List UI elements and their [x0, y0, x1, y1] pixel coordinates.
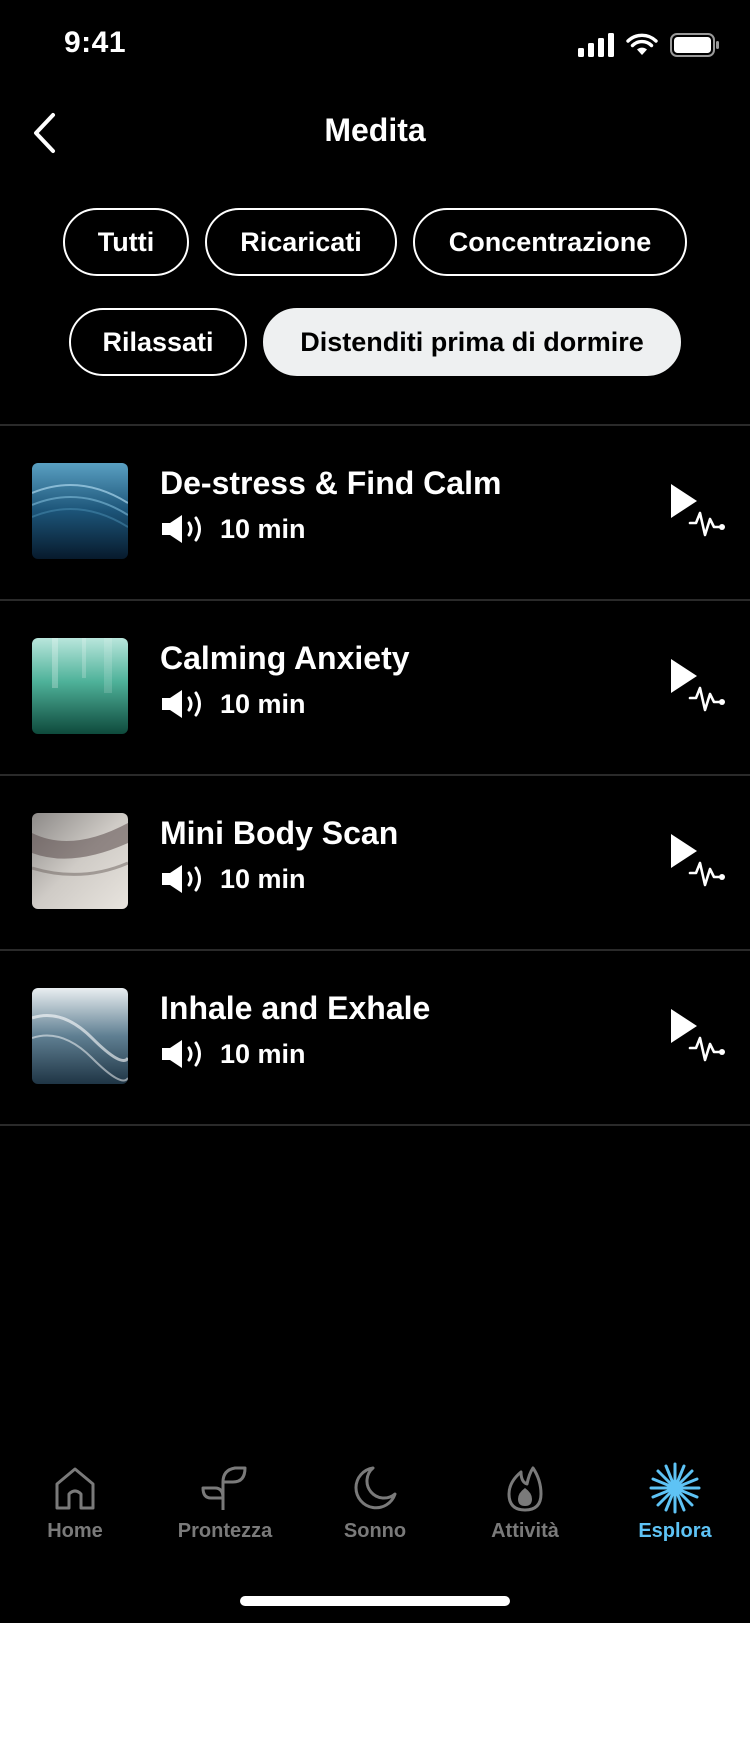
moon-icon — [354, 1466, 397, 1510]
session-row[interactable]: Calming Anxiety 10 min — [0, 600, 750, 774]
session-duration: 10 min — [220, 513, 306, 544]
cellular-signal-icon — [578, 33, 614, 57]
play-pulse-icon[interactable] — [668, 656, 726, 716]
session-thumbnail — [32, 638, 128, 734]
home-icon — [55, 1467, 95, 1510]
app-screen: 9:41 Medita Tutti Ricaricati Concentrazi… — [0, 0, 750, 1623]
session-row[interactable]: Inhale and Exhale 10 min — [0, 950, 750, 1124]
filter-chip-concentrazione[interactable]: Concentrazione — [413, 208, 687, 276]
play-pulse-icon[interactable] — [668, 1006, 726, 1066]
session-meta: 10 min — [160, 513, 306, 545]
home-indicator — [240, 1596, 510, 1606]
speaker-icon — [162, 865, 201, 893]
session-title: De-stress & Find Calm — [160, 465, 502, 501]
session-thumbnail — [32, 813, 128, 909]
nav-label: Esplora — [638, 1520, 712, 1542]
nav-item-prontezza[interactable]: Prontezza — [165, 1462, 285, 1543]
nav-item-home[interactable]: Home — [15, 1462, 135, 1543]
session-title: Calming Anxiety — [160, 640, 410, 676]
nav-item-esplora[interactable]: Esplora — [615, 1462, 735, 1543]
play-pulse-icon[interactable] — [668, 481, 726, 541]
wifi-icon — [626, 33, 658, 55]
starburst-icon — [649, 1462, 701, 1514]
filter-chip-ricaricati[interactable]: Ricaricati — [205, 208, 397, 276]
session-row[interactable]: Mini Body Scan 10 min — [0, 775, 750, 949]
speaker-icon — [162, 690, 201, 718]
divider — [0, 1124, 750, 1126]
session-duration: 10 min — [220, 688, 306, 719]
nav-label: Prontezza — [177, 1520, 273, 1542]
session-title: Mini Body Scan — [160, 815, 399, 851]
nav-label: Attività — [491, 1520, 559, 1542]
filter-chip-distenditi[interactable]: Distenditi prima di dormire — [263, 308, 681, 376]
filter-chip-tutti[interactable]: Tutti — [63, 208, 189, 276]
session-meta: 10 min — [160, 1038, 306, 1070]
sprout-icon — [201, 1466, 247, 1510]
session-thumbnail — [32, 988, 128, 1084]
session-duration: 10 min — [220, 1038, 306, 1069]
status-icons — [578, 32, 720, 58]
session-thumbnail — [32, 463, 128, 559]
nav-label: Sonno — [343, 1520, 407, 1542]
session-row[interactable]: De-stress & Find Calm 10 min — [0, 425, 750, 599]
status-time: 9:41 — [64, 26, 127, 59]
session-meta: 10 min — [160, 863, 306, 895]
page-title: Medita — [324, 112, 426, 148]
battery-icon — [670, 33, 719, 57]
session-duration: 10 min — [220, 863, 306, 894]
flame-icon — [507, 1466, 543, 1512]
nav-item-attivita[interactable]: Attività — [465, 1462, 585, 1543]
filter-chip-rilassati[interactable]: Rilassati — [69, 308, 247, 376]
nav-label: Home — [47, 1520, 103, 1542]
nav-item-sonno[interactable]: Sonno — [315, 1462, 435, 1543]
session-meta: 10 min — [160, 688, 306, 720]
speaker-icon — [162, 1040, 201, 1068]
speaker-icon — [162, 515, 201, 543]
play-pulse-icon[interactable] — [668, 831, 726, 891]
session-title: Inhale and Exhale — [160, 990, 431, 1026]
